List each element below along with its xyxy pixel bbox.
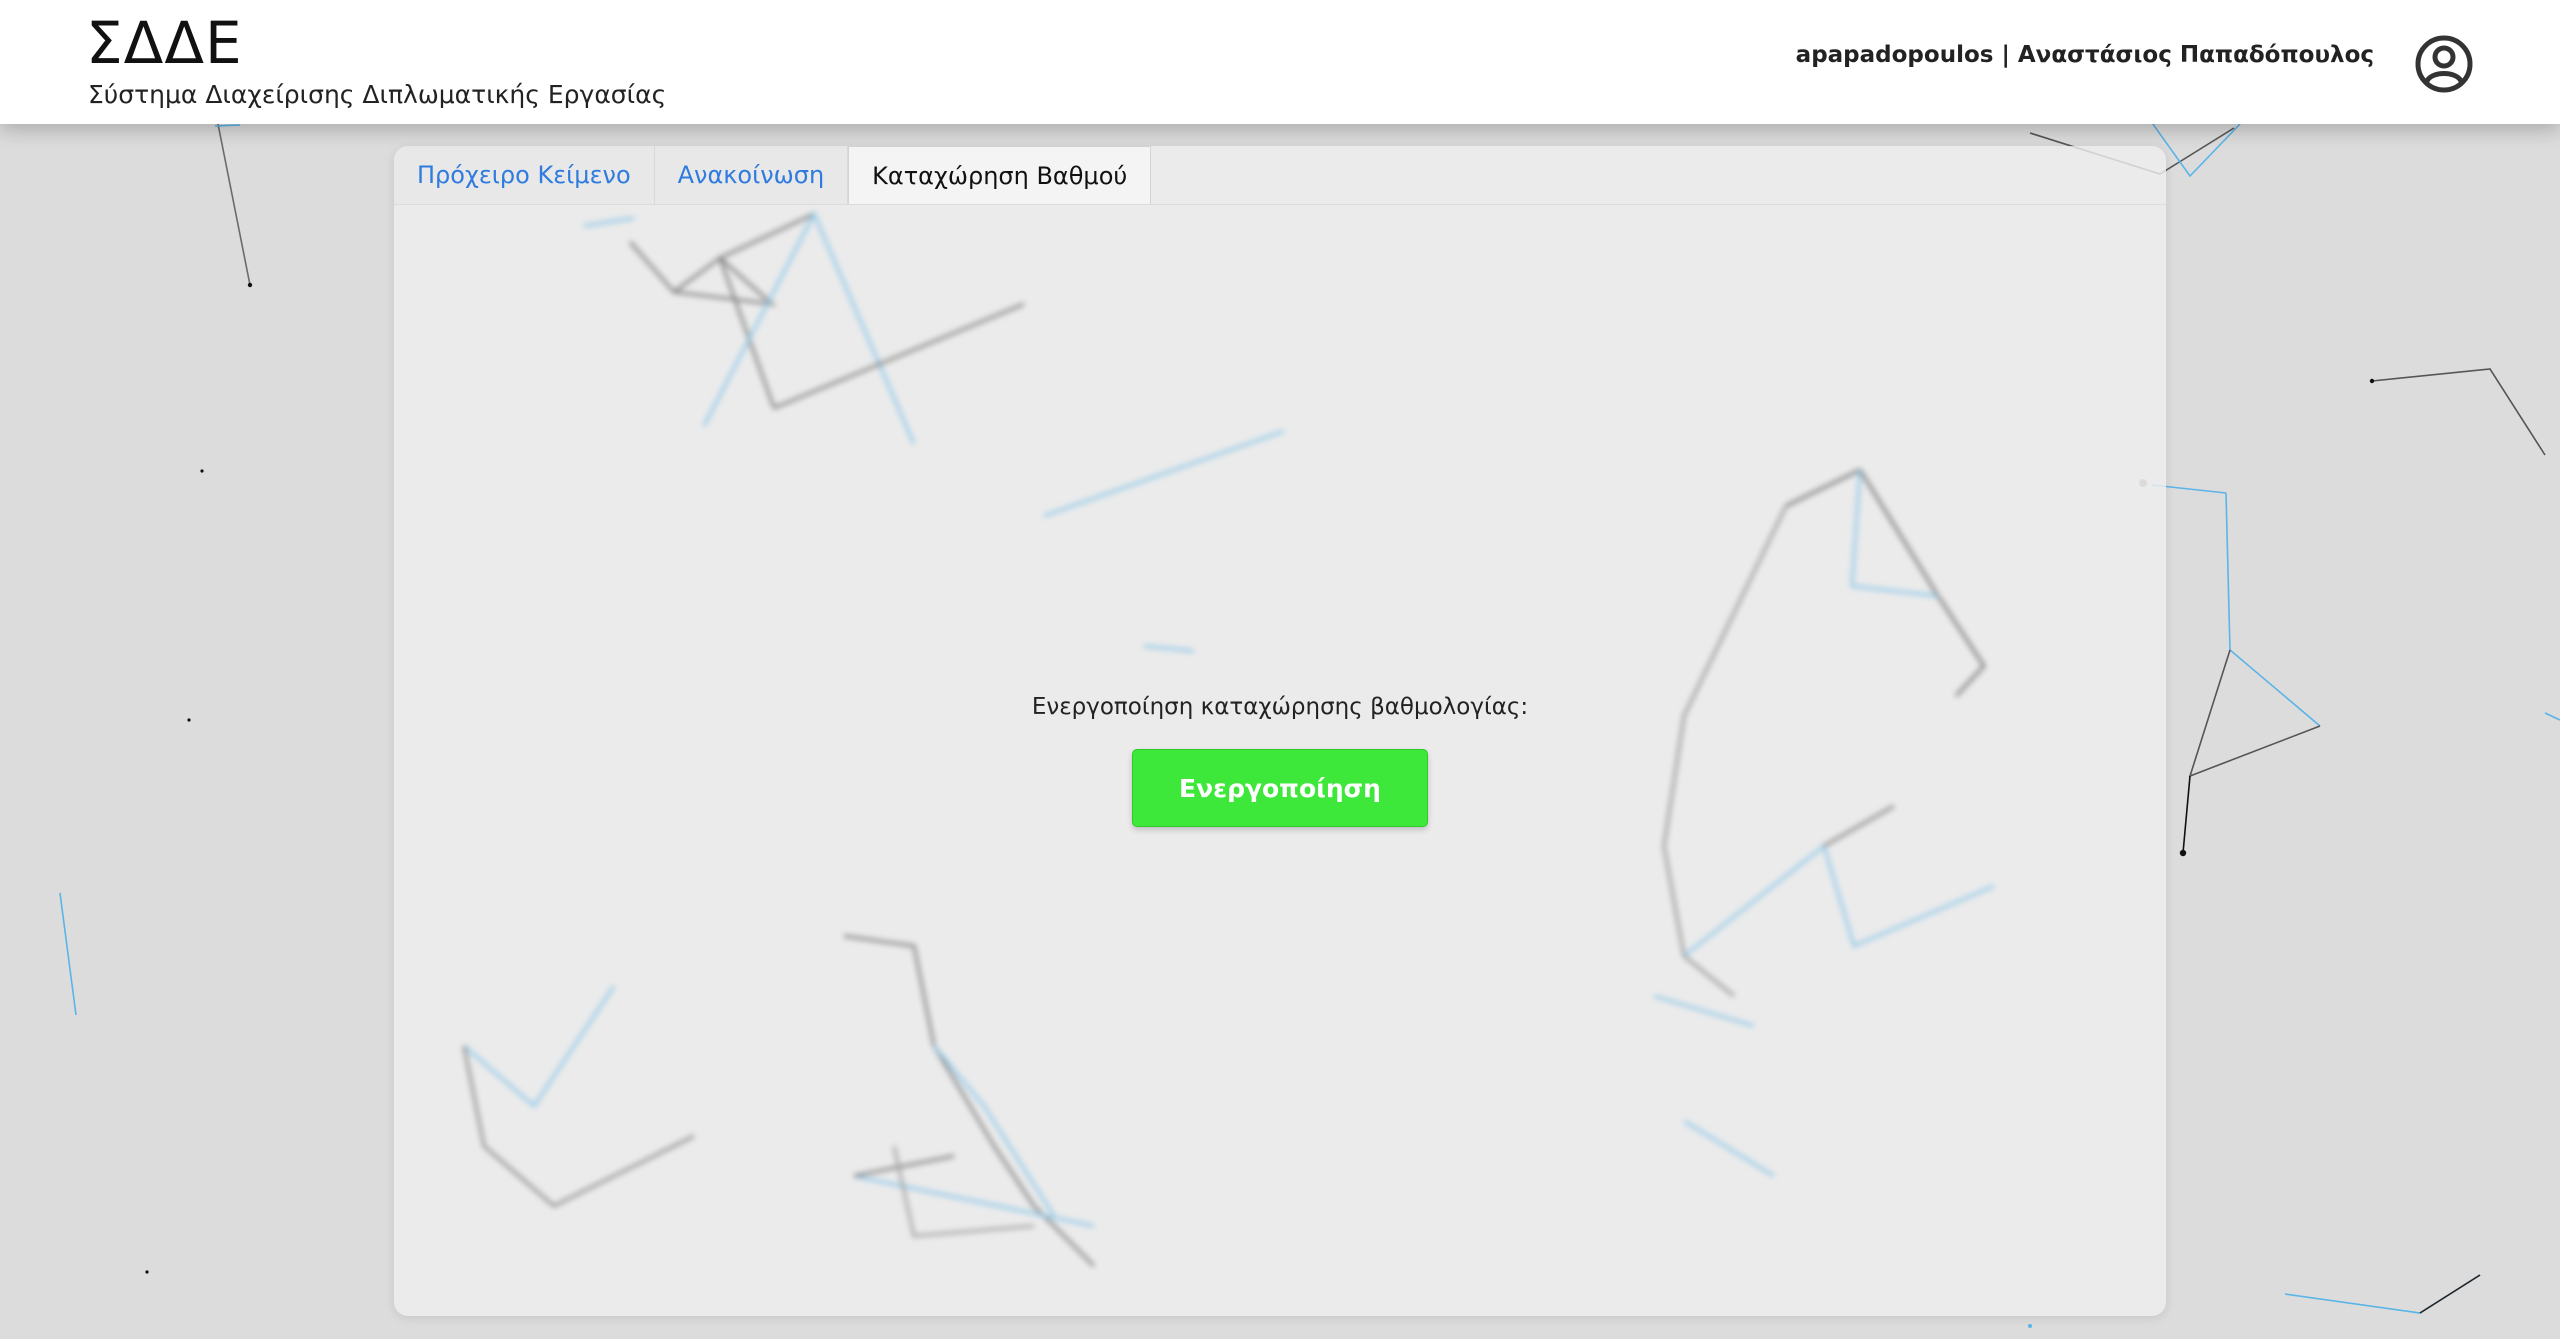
tab-grade-entry[interactable]: Καταχώρηση Βαθμού: [848, 146, 1152, 204]
activate-button[interactable]: Ενεργοποίηση: [1132, 749, 1428, 827]
user-separator: |: [2001, 42, 2010, 68]
tab-announcement[interactable]: Ανακοίνωση: [654, 146, 849, 204]
card-network-decoration: [462, 210, 1995, 1268]
grade-entry-activation-label: Ενεργοποίηση καταχώρησης βαθμολογίας:: [1031, 694, 1529, 720]
app-subtitle: Σύστημα Διαχείρισης Διπλωματικής Εργασία…: [88, 80, 667, 109]
main-card: Πρόχειρο Κείμενο Ανακοίνωση Καταχώρηση Β…: [394, 146, 2166, 1316]
user-circle-icon[interactable]: [2414, 34, 2474, 94]
user-info: apapadopoulos | Αναστάσιος Παπαδόπουλος: [1796, 42, 2374, 68]
username: apapadopoulos: [1795, 42, 1994, 68]
app-title: ΣΔΔΕ: [86, 9, 243, 77]
top-header: ΣΔΔΕ Σύστημα Διαχείρισης Διπλωματικής Ερ…: [0, 0, 2560, 124]
tab-bar: Πρόχειρο Κείμενο Ανακοίνωση Καταχώρηση Β…: [394, 146, 2166, 205]
user-full-name: Αναστάσιος Παπαδόπουλος: [2017, 42, 2374, 68]
tab-draft-text[interactable]: Πρόχειρο Κείμενο: [394, 146, 655, 204]
